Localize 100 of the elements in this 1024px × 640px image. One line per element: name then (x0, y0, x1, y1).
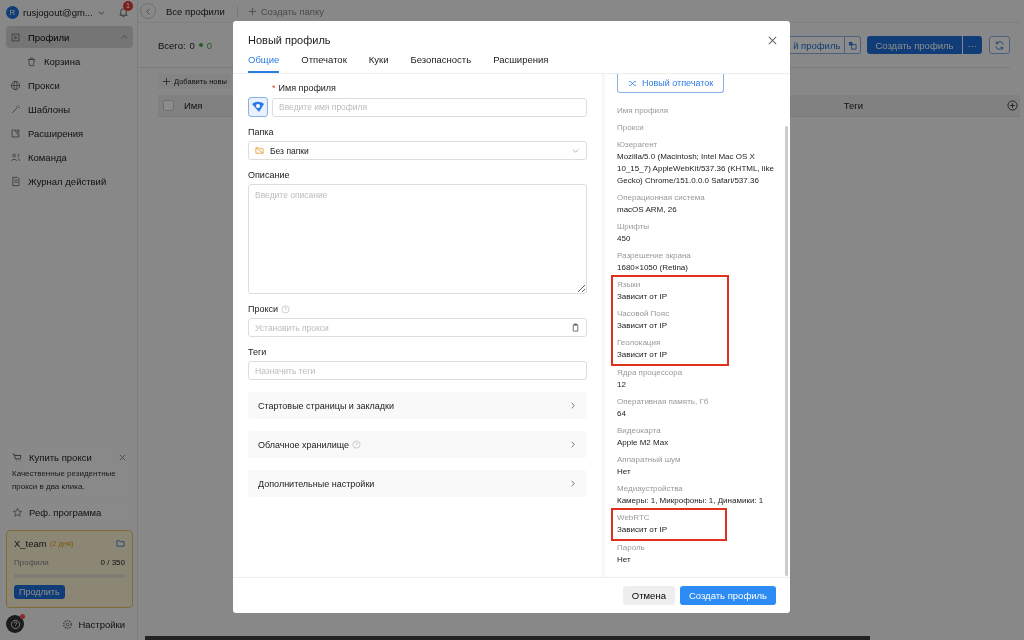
chevron-right-icon (568, 479, 577, 488)
total-label: Всего: (158, 39, 186, 51)
folder-icon (255, 146, 264, 155)
tab[interactable]: Куки (368, 54, 389, 73)
property-value: 12 (617, 379, 627, 391)
profiles-count: 0 / 350 (100, 558, 125, 567)
caret-icon[interactable] (120, 32, 129, 42)
chevron-down-icon (571, 146, 580, 155)
sidebar-item[interactable]: Журнал действий (6, 170, 133, 192)
column-header[interactable]: Имя (184, 100, 203, 111)
field-label: Теги (248, 347, 267, 357)
help-icon[interactable] (281, 304, 291, 314)
sidebar-item[interactable]: Корзина (6, 50, 133, 72)
new-fingerprint-button[interactable]: Новый отпечаток (617, 74, 725, 93)
property-label: Ядра процессора (617, 367, 684, 379)
sidebar-item[interactable]: Шаблоны (6, 98, 133, 120)
squares-icon (848, 40, 858, 50)
chevron-right-icon (568, 440, 577, 449)
sidebar-item[interactable]: Расширения (6, 122, 133, 144)
property-value: Нет (617, 554, 632, 566)
trash-icon (26, 55, 37, 67)
property-label: Аппаратный шум (617, 454, 682, 466)
plus-icon (162, 77, 171, 86)
property-label: Шрифты (617, 221, 651, 233)
property-label: Часовой Пояс (617, 308, 670, 320)
required-mark: * (272, 83, 276, 93)
property-value: Зависит от IP (617, 291, 669, 303)
account-email[interactable]: rusjogout@gm... (23, 6, 93, 18)
close-icon[interactable] (767, 34, 778, 46)
property-label: Оперативная память, Гб (617, 396, 710, 408)
folder-icon[interactable] (116, 539, 125, 548)
tab[interactable]: Расширения (493, 54, 549, 73)
shuffle-icon (628, 78, 637, 88)
user-avatar[interactable]: R (6, 5, 19, 19)
select-all-checkbox[interactable] (163, 100, 174, 111)
clipboard-icon[interactable] (571, 323, 580, 332)
help-button[interactable] (6, 615, 24, 633)
property-label: Медиаустройства (617, 483, 684, 495)
property-value: Зависит от IP (617, 524, 668, 536)
field-label: Прокси (248, 304, 279, 314)
tab[interactable]: Отпечаток (301, 54, 347, 73)
gear-icon (62, 618, 74, 630)
property-value: 450 (617, 233, 632, 245)
import-button[interactable] (845, 36, 862, 54)
field-label: Имя профиля (278, 83, 336, 93)
browser-logo-icon[interactable] (248, 97, 268, 117)
sidebar-item[interactable]: Профили (6, 26, 133, 48)
renew-button[interactable]: Продлить (14, 585, 65, 599)
promo-title: Купить прокси (29, 452, 92, 463)
property-label: Прокси (617, 122, 645, 134)
tab[interactable]: Безопасность (410, 54, 472, 73)
property-value: Apple M2 Max (617, 437, 670, 449)
field-label: Описание (248, 170, 290, 180)
sidebar-item[interactable]: Команда (6, 146, 133, 168)
property-label: Юзерагент (617, 139, 659, 151)
settings-section[interactable]: Стартовые страницы и закладки (248, 392, 587, 419)
settings-section[interactable]: Облачное хранилище (248, 431, 587, 458)
property-value: Нет (617, 466, 632, 478)
column-header[interactable]: Теги (843, 100, 863, 111)
property-value: 1680×1050 (Retina) (617, 262, 689, 274)
scrollbar-thumb[interactable] (785, 126, 788, 576)
star-icon (12, 507, 23, 518)
active-dot (198, 43, 203, 47)
settings-section[interactable]: Дополнительные настройки (248, 470, 587, 497)
sidebar-item[interactable]: Прокси (6, 74, 133, 96)
help-icon[interactable] (352, 440, 362, 449)
total-count: 0 (189, 39, 195, 51)
profile-name-input[interactable]: Введите имя профиля (272, 97, 587, 117)
close-icon[interactable] (118, 453, 127, 462)
notification-badge: 1 (122, 0, 134, 11)
refresh-button[interactable] (989, 36, 1010, 54)
bell-icon[interactable] (117, 6, 129, 18)
team-name: X_team (14, 538, 47, 549)
tab[interactable]: Общие (248, 54, 280, 73)
property-value: Зависит от IP (617, 320, 669, 332)
description-input[interactable]: Введите описание (248, 184, 587, 294)
property-label: Операционная система (617, 192, 706, 204)
create-profile-button[interactable]: Создать профиль (867, 36, 962, 54)
create-profile-button[interactable]: Создать профиль (679, 586, 776, 605)
chevron-right-icon (568, 401, 577, 410)
more-button[interactable]: ··· (962, 36, 982, 54)
settings-link[interactable]: Настройки (62, 618, 125, 630)
property-label: WebRTC (617, 512, 651, 524)
promo-text: Качественные резидентные прокси в два клика. (12, 468, 117, 493)
add-column-icon[interactable] (1007, 100, 1018, 111)
tab-title[interactable]: Все профили (166, 5, 238, 17)
property-label: Имя профиля (617, 105, 670, 117)
chevron-left-icon (143, 6, 153, 16)
tags-input[interactable]: Назначить теги (248, 361, 587, 380)
property-value: Камеры: 1, Микрофоны: 1, Динамики: 1 (617, 495, 765, 507)
property-value: 64 (617, 408, 627, 420)
folder-select[interactable]: Без папки (248, 141, 587, 160)
plus-icon (247, 6, 257, 16)
active-count: 0 (206, 39, 213, 51)
property-label: Видеокарта (617, 425, 662, 437)
field-label: Папка (248, 127, 274, 137)
property-label: Геолокация (617, 337, 662, 349)
cancel-button[interactable]: Отмена (622, 586, 675, 605)
property-value: macOS ARM, 26 (617, 204, 678, 216)
profiles-label: Профили (14, 558, 49, 567)
